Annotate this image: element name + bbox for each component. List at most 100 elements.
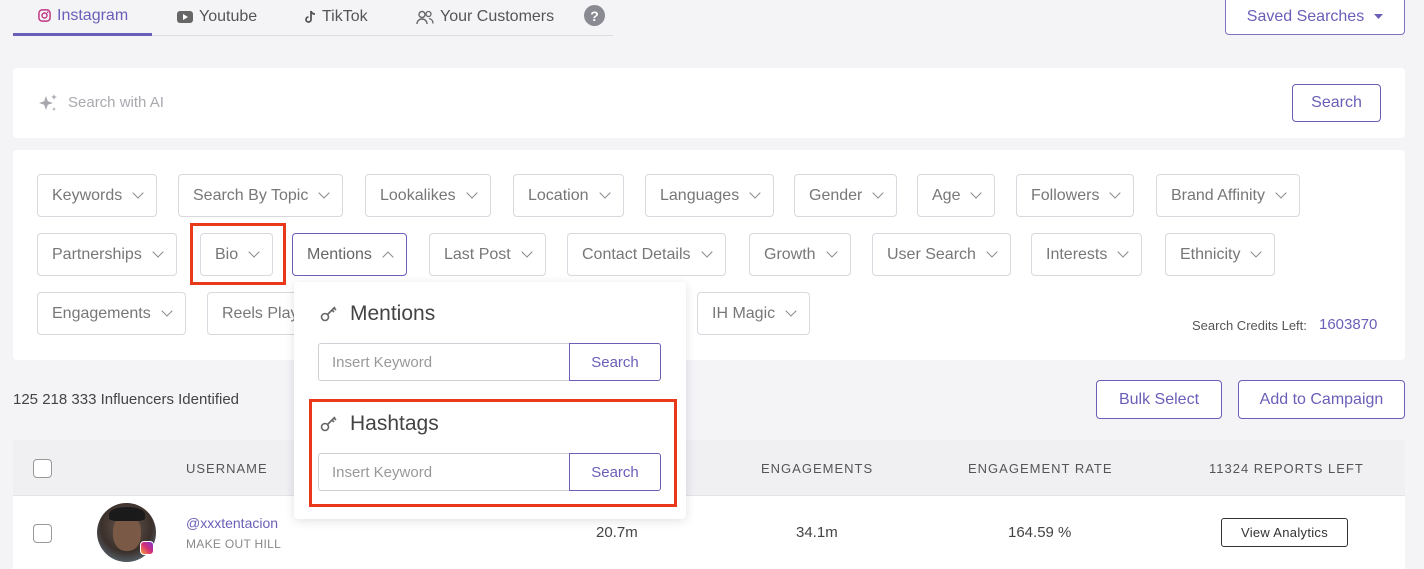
instagram-badge-icon: [140, 541, 154, 555]
chevron-down-icon: [1117, 246, 1130, 258]
youtube-icon: [177, 11, 193, 23]
filter-search-by-topic[interactable]: Search By Topic: [178, 174, 344, 217]
row-followers: 20.7m: [596, 524, 638, 541]
influencer-count: 125 218 333 Influencers Identified: [13, 391, 240, 408]
tab-label: Instagram: [57, 6, 129, 24]
filter-growth[interactable]: Growth: [749, 233, 851, 276]
select-all-checkbox[interactable]: [33, 459, 52, 478]
tiktok-icon: [305, 10, 316, 23]
header-reports-left: 11324 REPORTS LEFT: [1209, 461, 1364, 476]
instagram-icon: [38, 9, 51, 22]
mentions-input[interactable]: Insert Keyword: [318, 343, 570, 381]
filter-label: Search By Topic: [193, 186, 309, 204]
filter-label: Engagements: [52, 304, 151, 322]
view-analytics-button[interactable]: View Analytics: [1221, 518, 1348, 547]
users-icon: [416, 10, 434, 24]
saved-searches-label: Saved Searches: [1246, 8, 1365, 25]
filter-label: Mentions: [307, 245, 372, 263]
chevron-down-icon: [970, 187, 983, 199]
filter-label: Ethnicity: [1180, 245, 1241, 263]
chevron-down-icon: [521, 246, 533, 258]
tab-youtube[interactable]: Youtube: [177, 0, 257, 34]
highlight-bio: [190, 223, 286, 285]
filter-label: Growth: [764, 245, 816, 263]
saved-searches-button[interactable]: Saved Searches: [1225, 0, 1405, 35]
chevron-down-icon: [1275, 187, 1287, 199]
filter-gender[interactable]: Gender: [794, 174, 898, 217]
filter-last-post[interactable]: Last Post: [429, 233, 546, 276]
ai-search-card: Search with AI Search: [13, 68, 1405, 138]
filter-label: Last Post: [444, 245, 511, 263]
chevron-up-icon: [382, 250, 394, 263]
filter-label: Interests: [1046, 245, 1108, 263]
highlight-hashtags: [309, 399, 677, 507]
row-username[interactable]: @xxxtentacion: [186, 515, 278, 531]
chevron-down-icon: [785, 305, 797, 317]
ai-search-button[interactable]: Search: [1292, 84, 1381, 122]
filter-interests[interactable]: Interests: [1031, 233, 1143, 276]
chevron-down-icon: [161, 305, 173, 317]
table-header: USERNAME ENGAGEMENTS ENGAGEMENT RATE 113…: [13, 440, 1405, 496]
header-engagement-rate[interactable]: ENGAGEMENT RATE: [968, 461, 1113, 476]
results-table: USERNAME ENGAGEMENTS ENGAGEMENT RATE 113…: [13, 440, 1405, 569]
filter-languages[interactable]: Languages: [645, 174, 775, 217]
filter-mentions[interactable]: Mentions: [292, 233, 407, 276]
search-credits-value: 1603870: [1319, 316, 1378, 333]
help-icon[interactable]: ?: [584, 5, 605, 26]
tab-label: Youtube: [199, 8, 258, 25]
filter-label: Lookalikes: [380, 186, 456, 204]
filter-ih-magic[interactable]: IH Magic: [697, 292, 811, 335]
chevron-down-icon: [1109, 187, 1122, 199]
search-credits-label: Search Credits Left:: [1192, 318, 1307, 333]
tab-label: Your Customers: [440, 8, 555, 25]
chevron-down-icon: [1250, 246, 1263, 258]
filter-contact-details[interactable]: Contact Details: [567, 233, 726, 276]
filter-user-search[interactable]: User Search: [872, 233, 1011, 276]
row-engagement-rate: 164.59 %: [1008, 524, 1072, 541]
filter-label: Contact Details: [582, 245, 691, 263]
filter-keywords[interactable]: Keywords: [37, 174, 158, 217]
filter-label: Keywords: [52, 186, 123, 204]
sparkle-icon: [39, 94, 57, 111]
ai-search-input[interactable]: Search with AI: [68, 94, 164, 111]
avatar-hair: [109, 507, 145, 521]
tab-instagram[interactable]: Instagram: [13, 0, 152, 36]
filter-label: Age: [932, 186, 961, 204]
filter-engagements[interactable]: Engagements: [37, 292, 186, 335]
filter-lookalikes[interactable]: Lookalikes: [365, 174, 491, 217]
chevron-down-icon: [598, 187, 611, 199]
mentions-search-button[interactable]: Search: [569, 343, 661, 381]
bulk-select-button[interactable]: Bulk Select: [1096, 380, 1222, 419]
platform-tabs: Instagram Youtube TikTok Your Customers …: [13, 0, 613, 36]
add-to-campaign-button[interactable]: Add to Campaign: [1238, 380, 1405, 419]
row-engagements: 34.1m: [796, 524, 838, 541]
chevron-down-icon: [986, 246, 998, 258]
filter-label: Gender: [809, 186, 863, 204]
mentions-title: Mentions: [350, 302, 436, 325]
filter-label: Languages: [660, 186, 740, 204]
filter-brand-affinity[interactable]: Brand Affinity: [1156, 174, 1300, 217]
row-checkbox[interactable]: [33, 524, 52, 543]
header-username[interactable]: USERNAME: [186, 461, 268, 476]
filter-label: Brand Affinity: [1171, 186, 1265, 204]
chevron-down-icon: [465, 187, 478, 199]
filter-label: User Search: [887, 245, 976, 263]
filter-label: Partnerships: [52, 245, 142, 263]
filter-age[interactable]: Age: [917, 174, 996, 217]
chevron-down-icon: [825, 246, 838, 258]
filter-label: IH Magic: [712, 304, 776, 322]
filter-location[interactable]: Location: [513, 174, 624, 217]
tab-tiktok[interactable]: TikTok: [304, 0, 368, 34]
filter-partnerships[interactable]: Partnerships: [37, 233, 177, 276]
chevron-down-icon: [132, 187, 144, 199]
row-fullname: MAKE OUT HILL: [186, 537, 282, 551]
filter-followers[interactable]: Followers: [1016, 174, 1135, 217]
filter-ethnicity[interactable]: Ethnicity: [1165, 233, 1276, 276]
tab-your-customers[interactable]: Your Customers: [416, 0, 554, 34]
filter-label: Location: [528, 186, 589, 204]
header-engagements[interactable]: ENGAGEMENTS: [761, 461, 873, 476]
chevron-down-icon: [749, 187, 761, 199]
key-icon: [320, 306, 337, 322]
chevron-down-icon: [318, 187, 330, 199]
tab-label: TikTok: [322, 8, 368, 25]
